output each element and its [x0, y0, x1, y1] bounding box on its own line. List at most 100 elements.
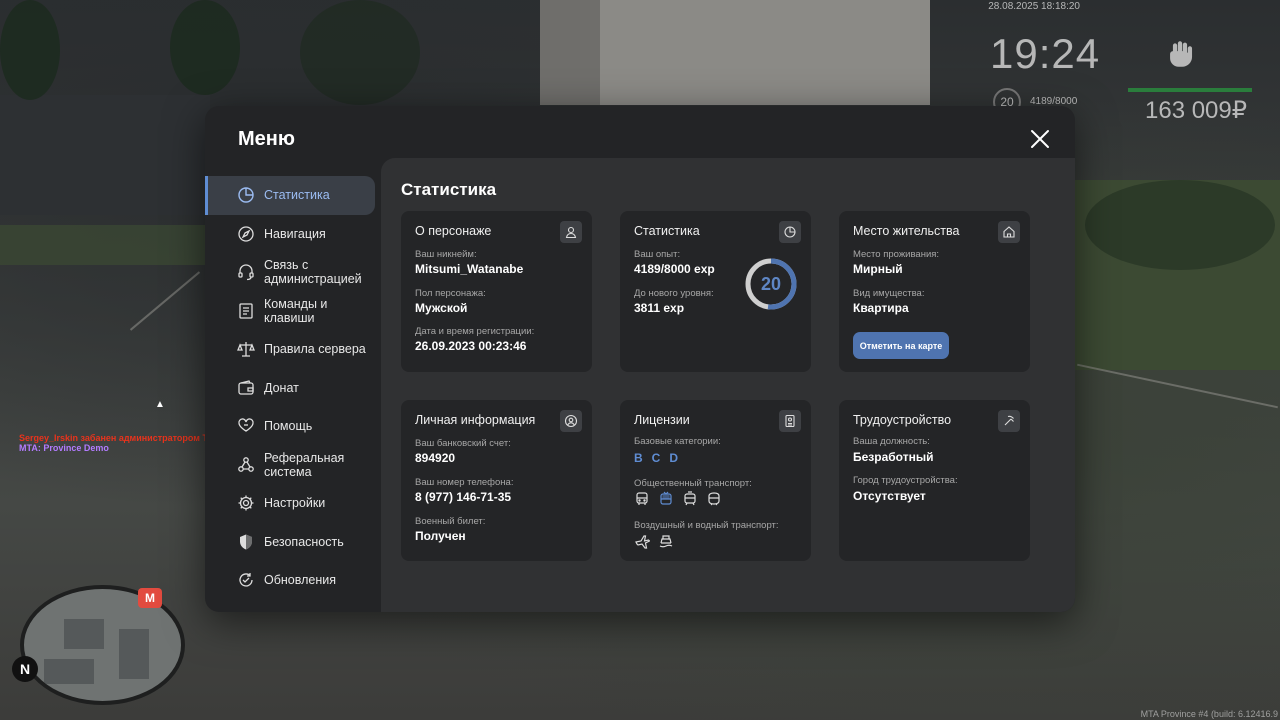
page-title: Статистика: [401, 180, 497, 199]
registration-value: 26.09.2023 00:23:46: [415, 339, 527, 353]
sidebar-item-contact-admin[interactable]: Связь с администрацией: [205, 253, 381, 292]
trolleybus-icon: [658, 491, 674, 507]
level-progress-ring: 20: [743, 256, 799, 312]
heart-hand-icon: [237, 417, 255, 435]
tree: [170, 0, 240, 95]
public-transport-icons: [634, 491, 722, 507]
residence-place-value: Мирный: [853, 262, 903, 276]
id-card-icon: [779, 410, 801, 432]
license-category: C: [651, 451, 661, 465]
sidebar-item-commands[interactable]: Команды и клавиши: [205, 292, 381, 331]
user-circle-icon: [560, 410, 582, 432]
bank-account-label: Ваш банковский счет:: [415, 438, 511, 449]
sidebar-item-label: Помощь: [264, 419, 313, 434]
mark-on-map-button[interactable]: Отметить на карте: [853, 332, 949, 359]
exp-label: Ваш опыт:: [634, 249, 681, 260]
sidebar-item-label: Статистика: [264, 188, 330, 203]
airplane-icon: [634, 533, 651, 549]
building: [540, 0, 600, 105]
content-panel: Статистика О персонаже Ваш никнейм: Mits…: [381, 158, 1075, 612]
residence-card: Место жительства Место проживания: Мирны…: [839, 211, 1030, 372]
sidebar-item-donate[interactable]: Донат: [205, 369, 381, 408]
air-water-transport-label: Воздушный и водный транспорт:: [634, 520, 779, 531]
road-marking: [1077, 363, 1278, 409]
gender-value: Мужской: [415, 301, 468, 315]
sidebar-item-referral[interactable]: Реферальная система: [205, 446, 381, 485]
menu-title: Меню: [238, 128, 295, 150]
card-title: Лицензии: [634, 413, 690, 427]
phone-label: Ваш номер телефона:: [415, 477, 514, 488]
building: [600, 0, 930, 105]
map-block: [119, 629, 149, 679]
work-city-label: Город трудоустройства:: [853, 475, 958, 486]
level-number: 20: [760, 273, 782, 294]
property-value: Квартира: [853, 301, 909, 315]
shield-icon: [237, 533, 255, 551]
sidebar-item-navigation[interactable]: Навигация: [205, 215, 381, 254]
pie-chart-icon: [237, 186, 255, 204]
build-info: MTA Province #4 (build: 6.12416.9: [1140, 709, 1278, 719]
close-icon: [1031, 130, 1049, 148]
menu-window: Меню Статистика Навигация Связь с админи…: [205, 106, 1075, 612]
gender-label: Пол персонажа:: [415, 288, 486, 299]
card-title: Личная информация: [415, 413, 536, 427]
health-bar: [1128, 88, 1252, 92]
sidebar-item-label: Реферальная система: [264, 450, 345, 479]
sidebar-item-label: Настройки: [264, 496, 326, 511]
phone-value: 8 (977) 146-71-35: [415, 490, 512, 504]
sidebar-item-statistics[interactable]: Статистика: [205, 176, 375, 215]
licenses-card: Лицензии Базовые категории: B C D Общест…: [620, 400, 811, 561]
registration-label: Дата и время регистрации:: [415, 326, 535, 337]
compass-icon: [237, 225, 255, 243]
sidebar-item-updates[interactable]: Обновления: [205, 561, 381, 600]
nickname-label: Ваш никнейм:: [415, 249, 477, 260]
bus-icon: [634, 491, 650, 507]
position-label: Ваша должность:: [853, 436, 930, 447]
sidebar-item-label: Связь с администрацией: [264, 258, 362, 287]
card-title: Статистика: [634, 224, 700, 238]
map-block: [44, 659, 94, 684]
gear-icon: [237, 494, 255, 512]
public-transport-label: Общественный транспорт:: [634, 478, 752, 489]
sidebar: Статистика Навигация Связь с администрац…: [205, 176, 381, 600]
next-level-value: 3811 exp: [634, 301, 685, 315]
character-card: О персонаже Ваш никнейм: Mitsumi_Watanab…: [401, 211, 592, 372]
exp-value: 4189/8000 exp: [634, 262, 715, 276]
metro-train-icon: [706, 491, 722, 507]
sidebar-item-label: Команды и клавиши: [264, 296, 328, 325]
property-label: Вид имущества:: [853, 288, 925, 299]
refresh-check-icon: [237, 571, 255, 589]
bank-account-value: 894920: [415, 451, 456, 465]
work-city-value: Отсутствует: [853, 489, 926, 503]
pie-chart-icon: [779, 221, 801, 243]
sidebar-item-label: Донат: [264, 380, 299, 395]
close-button[interactable]: [1027, 126, 1053, 152]
sidebar-item-label: Навигация: [264, 226, 326, 241]
sidebar-item-settings[interactable]: Настройки: [205, 484, 381, 523]
air-water-transport-icons: [634, 533, 674, 549]
headset-icon: [237, 263, 255, 281]
document-icon: [237, 302, 255, 320]
wallet-icon: [237, 379, 255, 397]
position-value: Безработный: [853, 450, 934, 464]
metro-marker-icon: M: [138, 588, 162, 608]
sidebar-item-label: Обновления: [264, 573, 336, 588]
sidebar-item-rules[interactable]: Правила сервера: [205, 330, 381, 369]
stats-card: Статистика Ваш опыт: 4189/8000 exp До но…: [620, 211, 811, 372]
card-title: Трудоустройство: [853, 413, 952, 427]
sidebar-item-security[interactable]: Безопасность: [205, 523, 381, 562]
user-icon: [560, 221, 582, 243]
fist-icon: [1160, 34, 1200, 74]
next-level-label: До нового уровня:: [634, 288, 714, 299]
employment-card: Трудоустройство Ваша должность: Безработ…: [839, 400, 1030, 561]
military-id-value: Получен: [415, 529, 466, 543]
road-marking: [129, 271, 201, 331]
tree: [0, 0, 60, 100]
north-marker-icon: N: [12, 656, 38, 682]
sidebar-item-help[interactable]: Помощь: [205, 407, 381, 446]
hud-datetime: 28.08.2025 18:18:20: [988, 1, 1080, 12]
hud-money: 163 009₽: [1145, 97, 1248, 124]
map-block: [64, 619, 104, 649]
hud-clock: 19:24: [990, 30, 1101, 77]
tree: [1085, 180, 1275, 270]
